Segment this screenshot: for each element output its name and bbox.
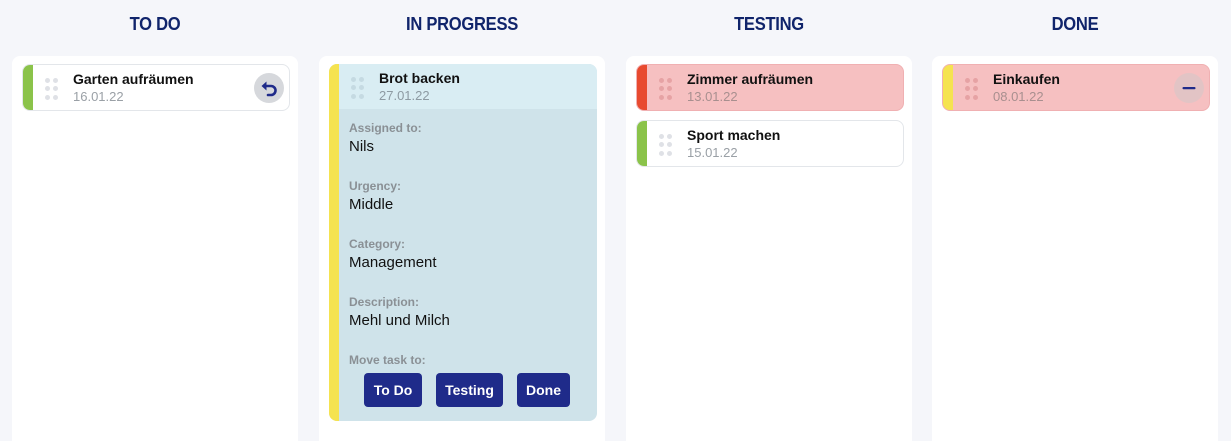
column-done: DONE Einkaufen 08.01.22	[932, 0, 1218, 441]
task-title: Zimmer aufräumen	[687, 71, 814, 87]
move-to-todo-button[interactable]: To Do	[364, 373, 422, 407]
undo-icon	[261, 81, 277, 97]
assigned-value: Nils	[349, 138, 374, 155]
task-title: Sport machen	[687, 127, 781, 143]
category-label: Category:	[349, 237, 406, 251]
task-card[interactable]: Zimmer aufräumen 13.01.22	[636, 64, 904, 111]
task-card[interactable]: Garten aufräumen 16.01.22	[22, 64, 290, 111]
task-date: 16.01.22	[73, 89, 124, 104]
task-title: Brot backen	[379, 70, 460, 86]
drag-handle-icon[interactable]	[351, 77, 365, 99]
drag-handle-icon[interactable]	[659, 78, 673, 100]
assigned-label: Assigned to:	[349, 121, 422, 135]
column-todo: TO DO Garten aufräumen 16.01.22	[12, 0, 298, 441]
column-body: Brot backen 27.01.22 Assigned to: Nils U…	[319, 56, 605, 441]
urgency-value: Middle	[349, 196, 394, 213]
remove-button[interactable]	[1174, 73, 1204, 103]
move-to-done-button[interactable]: Done	[517, 373, 570, 407]
category-stripe	[637, 65, 647, 110]
task-date: 08.01.22	[993, 89, 1044, 104]
undo-button[interactable]	[254, 73, 284, 103]
column-body: Einkaufen 08.01.22	[932, 56, 1218, 441]
drag-handle-icon[interactable]	[659, 134, 673, 156]
column-body: Zimmer aufräumen 13.01.22 Sport machen 1…	[626, 56, 912, 441]
drag-handle-icon[interactable]	[965, 78, 979, 100]
task-card[interactable]: Sport machen 15.01.22	[636, 120, 904, 167]
task-card[interactable]: Einkaufen 08.01.22	[942, 64, 1210, 111]
category-stripe	[637, 121, 647, 166]
task-title: Garten aufräumen	[73, 71, 194, 87]
column-testing: TESTING Zimmer aufräumen 13.01.22 Sport …	[626, 0, 912, 441]
drag-handle-icon[interactable]	[45, 78, 59, 100]
column-title: DONE	[1051, 14, 1099, 34]
category-stripe	[23, 65, 33, 110]
urgency-label: Urgency:	[349, 179, 402, 193]
column-in-progress: IN PROGRESS Brot backen 27.01.22 Assigne…	[319, 0, 605, 441]
column-title: TESTING	[734, 14, 804, 34]
task-date: 27.01.22	[379, 88, 430, 103]
card-header	[329, 64, 597, 109]
task-date: 13.01.22	[687, 89, 738, 104]
description-value: Mehl und Milch	[349, 312, 450, 329]
category-value: Management	[349, 254, 437, 271]
move-task-label: Move task to:	[349, 353, 426, 367]
description-label: Description:	[349, 295, 420, 309]
category-stripe	[943, 65, 953, 110]
column-title: TO DO	[129, 14, 181, 34]
task-card-expanded[interactable]: Brot backen 27.01.22 Assigned to: Nils U…	[329, 64, 597, 421]
task-date: 15.01.22	[687, 145, 738, 160]
move-to-testing-button[interactable]: Testing	[436, 373, 503, 407]
category-stripe	[329, 64, 339, 421]
minus-icon	[1182, 87, 1196, 90]
task-title: Einkaufen	[993, 71, 1060, 87]
column-body: Garten aufräumen 16.01.22	[12, 56, 298, 441]
column-title: IN PROGRESS	[405, 14, 518, 34]
